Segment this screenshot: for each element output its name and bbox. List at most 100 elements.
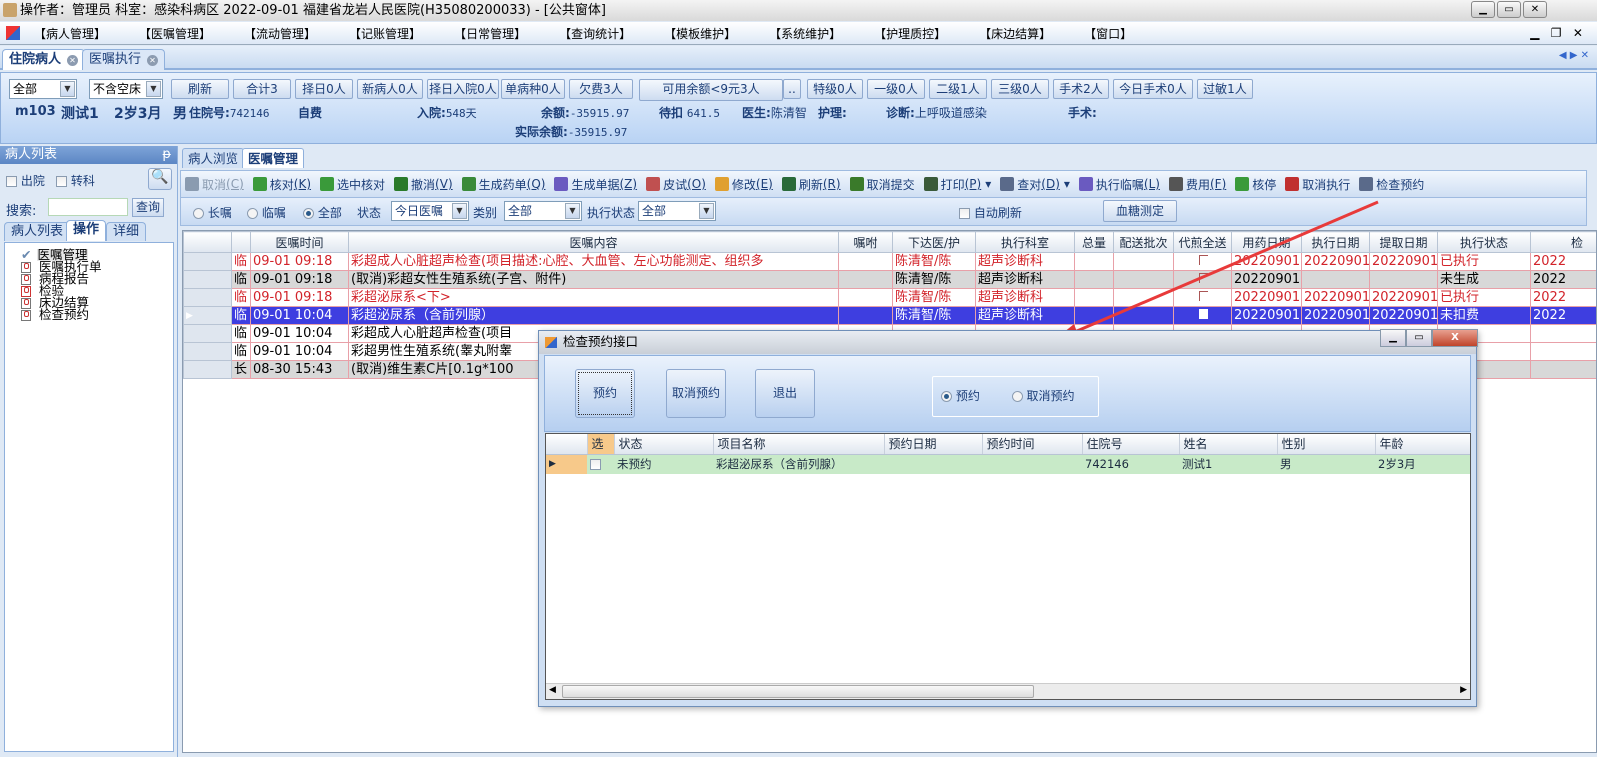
menu-orders[interactable]: 【医嘱管理】	[139, 25, 211, 42]
menu-template[interactable]: 【模板维护】	[664, 25, 736, 42]
chevron-down-icon[interactable]: ▼	[565, 203, 580, 219]
column-header[interactable]: 预约时间	[982, 434, 1083, 455]
level2-button[interactable]: 二级1人	[929, 79, 987, 99]
scrollbar-thumb[interactable]	[562, 685, 1034, 698]
menu-query[interactable]: 【查询统计】	[559, 25, 631, 42]
column-header[interactable]	[231, 231, 251, 253]
dropdown-arrow-icon[interactable]: ▾	[985, 177, 991, 191]
radio-temporary[interactable]: 临嘱	[247, 204, 286, 221]
close-tab-icon[interactable]: ✕	[67, 55, 79, 66]
category-select[interactable]: 全部 ▼	[504, 201, 582, 221]
column-header[interactable]: 医嘱内容	[348, 231, 839, 253]
tab-patient-list[interactable]: 病人列表	[4, 222, 71, 241]
column-header[interactable]: 预约日期	[884, 434, 983, 455]
tab-patient-browse[interactable]: 病人浏览	[182, 148, 245, 168]
column-header[interactable]: 执行日期	[1301, 231, 1370, 253]
column-header[interactable]: 状态	[614, 434, 714, 455]
chevron-down-icon[interactable]: ▼	[60, 81, 75, 97]
low-balance-button[interactable]: 可用余额<9元3人	[639, 79, 783, 101]
toolbar-button-11[interactable]: 查对 (D) ▾	[1000, 176, 1070, 193]
menu-billing[interactable]: 【记账管理】	[349, 25, 421, 42]
decoction-checkbox[interactable]	[1199, 272, 1208, 283]
order-row[interactable]: 临 09-01 09:18 彩超成人心脏超声检查(项目描述:心腔、大血管、左心功能测…	[183, 252, 1596, 271]
tree-item-exam-booking[interactable]: 检查预约	[21, 308, 173, 321]
toolbar-button-5[interactable]: 生成单据 (Z)	[554, 176, 637, 193]
column-header[interactable]: 检	[1530, 231, 1596, 253]
tab-inpatients[interactable]: 住院病人 ✕	[2, 49, 86, 70]
search-icon[interactable]: 🔍	[148, 168, 172, 190]
cell-select[interactable]	[587, 454, 614, 474]
menu-system[interactable]: 【系统维护】	[769, 25, 841, 42]
discharged-checkbox[interactable]: 出院	[6, 172, 45, 189]
booking-row[interactable]: ▶ 未预约 彩超泌尿系（含前列腺） 742146 测试1 男 2岁3月	[546, 454, 1470, 474]
column-header[interactable]: 住院号	[1082, 434, 1180, 455]
chevron-down-icon[interactable]: ▼	[452, 203, 467, 219]
horizontal-scrollbar[interactable]: ◀ ▶	[546, 683, 1470, 699]
row-header[interactable]	[183, 270, 232, 289]
checkbox[interactable]	[6, 176, 17, 187]
column-header[interactable]: 项目名称	[713, 434, 885, 455]
menu-flow[interactable]: 【流动管理】	[244, 25, 316, 42]
more-button[interactable]: ..	[783, 79, 801, 99]
order-row[interactable]: 临 09-01 09:18 彩超泌尿系<下> 陈清智/陈 超声诊断科 20220901 20…	[183, 288, 1596, 307]
radio[interactable]	[941, 391, 952, 402]
scroll-left-icon[interactable]: ◀	[549, 685, 556, 695]
column-header[interactable]: 下达医/护	[892, 231, 976, 253]
dialog-minimize-button[interactable]: ▁	[1380, 329, 1406, 347]
radio[interactable]	[303, 208, 314, 219]
radio[interactable]	[247, 208, 258, 219]
scroll-right-icon[interactable]: ▶	[1460, 685, 1467, 695]
toolbar-button-8[interactable]: 刷新 (R)	[781, 176, 841, 193]
book-button[interactable]: 预约	[575, 369, 635, 418]
pin-icon[interactable]: ᵽ	[162, 146, 171, 164]
transfer-checkbox[interactable]: 转科	[56, 172, 95, 189]
surgery-button[interactable]: 手术2人	[1053, 79, 1109, 99]
toolbar-button-14[interactable]: 核停	[1235, 176, 1276, 193]
row-header[interactable]	[183, 360, 232, 379]
bed-select[interactable]: 不含空床 ▼	[89, 79, 163, 99]
menu-patient[interactable]: 【病人管理】	[34, 25, 106, 42]
level3-button[interactable]: 三级0人	[991, 79, 1049, 99]
column-header[interactable]: 医嘱时间	[250, 231, 349, 253]
cancel-booking-button[interactable]: 取消预约	[666, 369, 726, 418]
row-header[interactable]: ▶	[546, 454, 587, 474]
toolbar-button-6[interactable]: 皮试 (O)	[646, 176, 706, 193]
total-button[interactable]: 合计3	[233, 79, 291, 99]
column-header[interactable]: 执行状态	[1437, 231, 1531, 253]
column-header[interactable]: 性别	[1277, 434, 1376, 455]
exit-button[interactable]: 退出	[755, 369, 815, 418]
checkbox[interactable]	[56, 176, 67, 187]
row-header[interactable]	[183, 252, 232, 271]
single-disease-button[interactable]: 单病种0人	[501, 79, 565, 99]
blood-glucose-button[interactable]: 血糖测定	[1103, 200, 1177, 222]
today-surgery-button[interactable]: 今日手术0人	[1113, 79, 1193, 99]
minimize-button[interactable]: ▁	[1471, 1, 1495, 18]
exec-status-select[interactable]: 全部 ▼	[638, 201, 716, 221]
level1-button[interactable]: 一级0人	[867, 79, 925, 99]
refresh-button[interactable]: 刷新	[171, 79, 229, 99]
row-header[interactable]: ▶	[183, 306, 232, 325]
select-checkbox[interactable]	[590, 459, 601, 471]
mdi-window-controls[interactable]: ▁ ❐ ✕	[1530, 26, 1583, 40]
radio[interactable]	[1011, 391, 1023, 402]
menu-bedside[interactable]: 【床边结算】	[979, 25, 1051, 42]
column-header[interactable]	[546, 434, 588, 455]
tab-operations[interactable]: 操作	[66, 220, 107, 241]
allergy-button[interactable]: 过敏1人	[1197, 79, 1253, 99]
tab-order-management[interactable]: 医嘱管理	[242, 148, 305, 168]
toolbar-button-1[interactable]: 核对 (K)	[252, 176, 311, 193]
close-button[interactable]: ✕	[1523, 1, 1547, 18]
radio[interactable]	[193, 208, 204, 219]
admit-day-button[interactable]: 择日入院0人	[427, 79, 499, 99]
select-day-button[interactable]: 择日0人	[295, 79, 353, 99]
status-select[interactable]: 今日医嘱 ▼	[391, 201, 469, 221]
toolbar-button-7[interactable]: 修改 (E)	[714, 176, 773, 193]
auto-refresh-checkbox[interactable]: 自动刷新	[959, 204, 1022, 221]
column-header[interactable]: 提取日期	[1369, 231, 1438, 253]
toolbar-button-9[interactable]: 取消提交	[849, 176, 915, 193]
decoction-checkbox[interactable]	[1199, 308, 1208, 319]
decoction-checkbox[interactable]	[1199, 254, 1208, 265]
toolbar-button-15[interactable]: 取消执行	[1285, 176, 1350, 193]
chevron-down-icon[interactable]: ▼	[699, 203, 714, 219]
menu-window[interactable]: 【窗口】	[1084, 25, 1132, 42]
